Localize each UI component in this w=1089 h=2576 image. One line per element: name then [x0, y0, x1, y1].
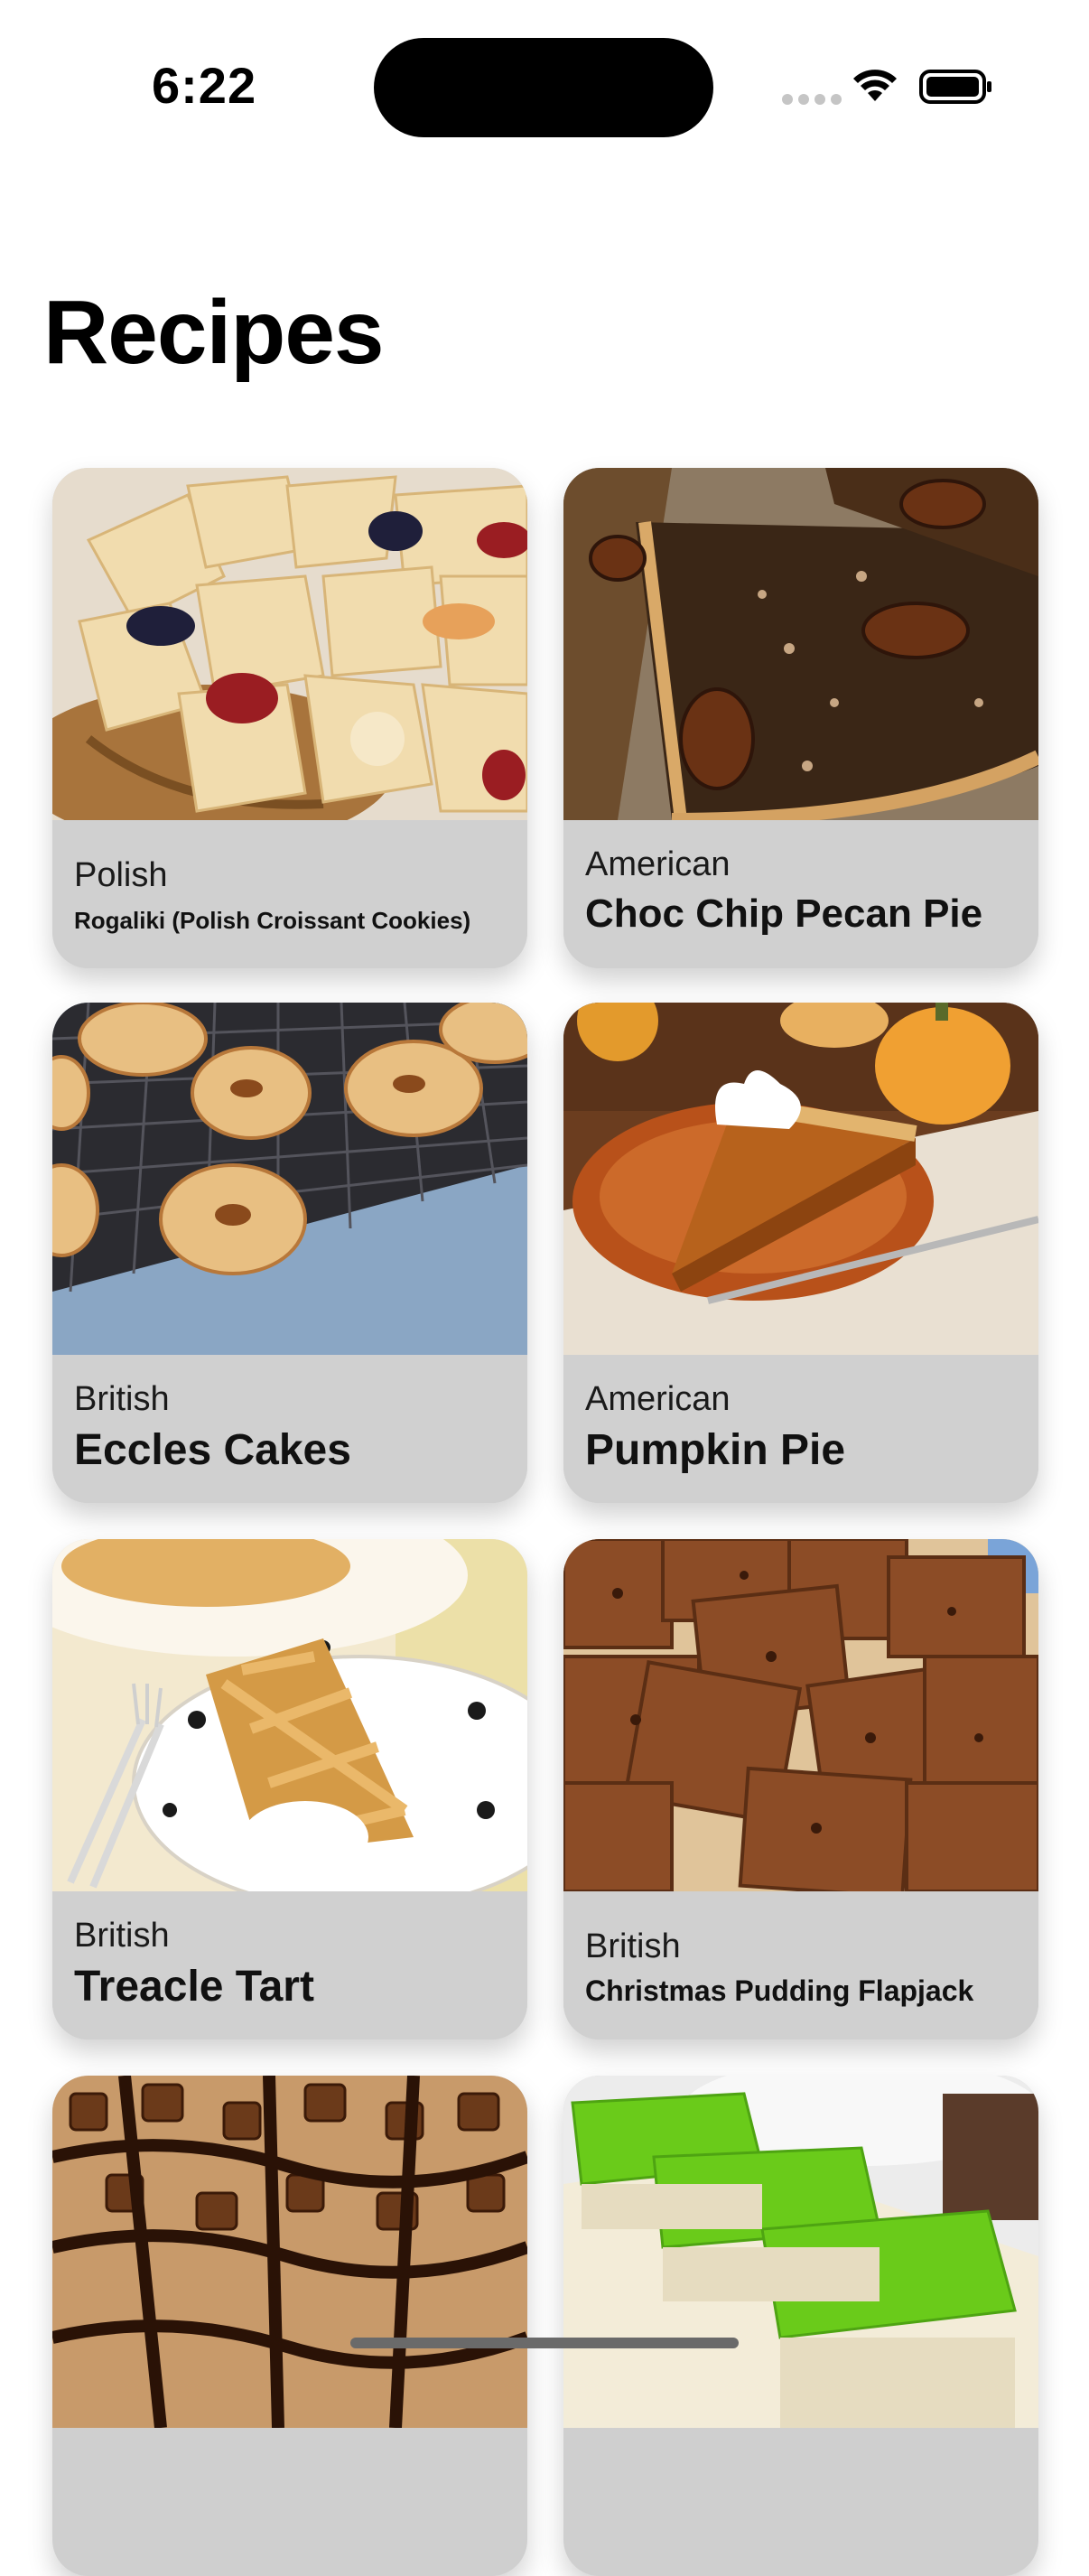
recipe-info: British Treacle Tart [52, 1891, 527, 2039]
status-bar: 6:22 [0, 0, 1089, 181]
cellular-signal-icon [782, 94, 842, 105]
recipe-info: Polish Rogaliki (Polish Croissant Cookie… [52, 820, 527, 968]
recipe-name: Pumpkin Pie [585, 1426, 846, 1474]
treacle-tart-photo [52, 1539, 527, 1891]
green-jelly-photo [563, 2076, 1038, 2428]
recipe-name: Treacle Tart [74, 1963, 314, 2011]
dynamic-island [374, 38, 713, 137]
recipe-info: British Christmas Pudding Flapjack [563, 1891, 1038, 2039]
recipe-card[interactable]: British Eccles Cakes [52, 1003, 527, 1503]
recipe-name: Rogaliki (Polish Croissant Cookies) [74, 907, 471, 934]
home-indicator[interactable] [350, 2338, 739, 2348]
cookies-photo [52, 468, 527, 820]
recipe-card[interactable]: Polish Rogaliki (Polish Croissant Cookie… [52, 468, 527, 968]
eccles-cakes-photo [52, 1003, 527, 1355]
recipe-card[interactable]: American Pumpkin Pie [563, 1003, 1038, 1503]
status-time: 6:22 [152, 57, 257, 114]
recipe-info: American Pumpkin Pie [563, 1355, 1038, 1503]
chocolate-pie-photo [52, 2076, 527, 2428]
recipe-area: British [74, 1380, 170, 1418]
recipe-area: American [585, 845, 731, 883]
recipe-info: American Choc Chip Pecan Pie [563, 820, 1038, 968]
recipe-name: Eccles Cakes [74, 1426, 351, 1474]
page-title: Recipes [43, 282, 385, 383]
pecan-pie-photo [563, 468, 1038, 820]
recipe-area: Polish [74, 856, 168, 894]
recipe-name: Choc Chip Pecan Pie [585, 891, 983, 936]
battery-icon [919, 70, 991, 104]
recipe-card[interactable] [563, 2076, 1038, 2576]
recipe-card[interactable] [52, 2076, 527, 2576]
recipe-area: American [585, 1380, 731, 1418]
recipe-card[interactable]: British Christmas Pudding Flapjack [563, 1539, 1038, 2039]
wifi-icon [853, 70, 897, 101]
recipe-info: British Eccles Cakes [52, 1355, 527, 1503]
flapjack-photo [563, 1539, 1038, 1891]
recipe-card[interactable]: British Treacle Tart [52, 1539, 527, 2039]
recipe-name: Christmas Pudding Flapjack [585, 1974, 974, 2007]
recipe-area: British [585, 1927, 681, 1965]
recipe-card[interactable]: American Choc Chip Pecan Pie [563, 468, 1038, 968]
recipe-area: British [74, 1917, 170, 1955]
pumpkin-pie-photo [563, 1003, 1038, 1355]
